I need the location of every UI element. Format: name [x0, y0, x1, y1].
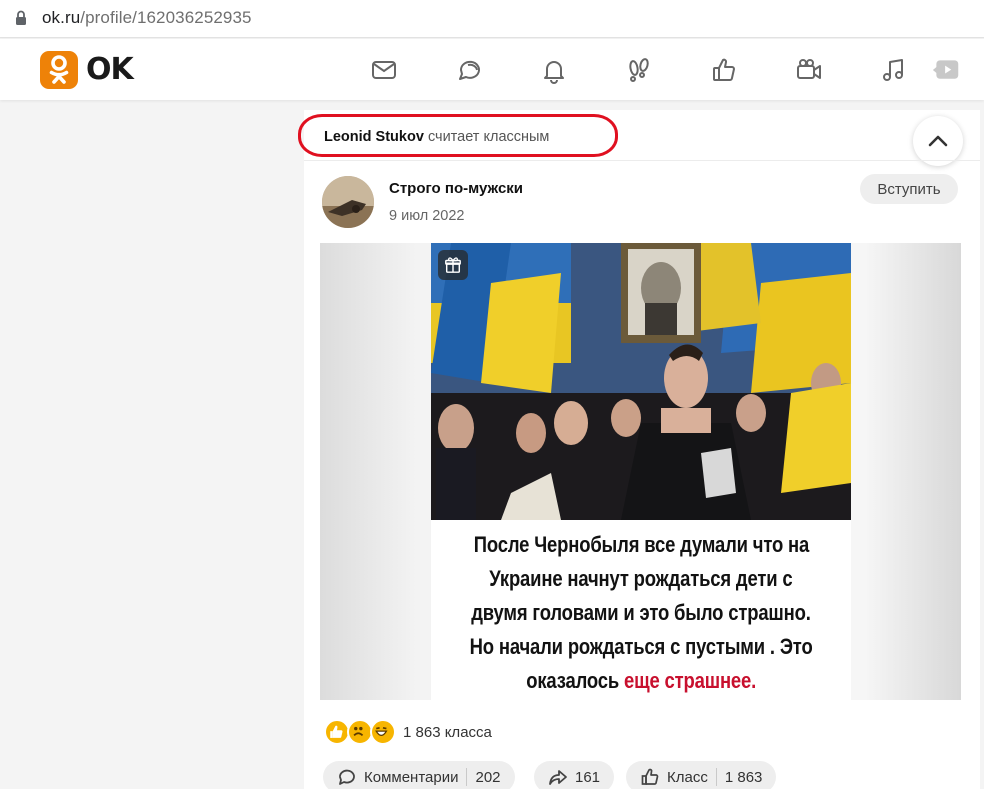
shares-count: 161: [575, 768, 601, 786]
mail-icon[interactable]: [369, 55, 399, 85]
top-toolbar: OK: [0, 39, 984, 100]
caption-line-5: оказалось еще страшнее.: [526, 664, 756, 698]
liked-action-text: считает классным: [427, 129, 550, 145]
rally-photo: [431, 243, 851, 520]
reaction-count: 1 863 класса: [403, 723, 492, 741]
lock-icon: [16, 10, 26, 25]
laugh-emoji-icon: [370, 719, 396, 745]
comments-action: Комментарии 202: [323, 761, 515, 789]
share-action: 161: [534, 761, 615, 789]
video-icon[interactable]: [794, 55, 824, 85]
comments-count: 202: [475, 768, 501, 786]
class-label: Класс: [667, 768, 708, 786]
post-image[interactable]: После Чернобыля все думали что на Украин…: [320, 243, 961, 700]
chevron-up-icon: [928, 135, 948, 147]
url-host: ok.ru: [42, 8, 81, 27]
url-path: /profile/162036252935: [80, 8, 252, 27]
comments-label: Комментарии: [364, 768, 459, 786]
url-text[interactable]: ok.ru/profile/162036252935: [42, 8, 252, 28]
class-count: 1 863: [724, 768, 763, 786]
likes-icon[interactable]: [709, 55, 739, 85]
video-play-icon[interactable]: [930, 55, 962, 85]
class-button[interactable]: Класс 1 863: [626, 761, 777, 789]
comments-button[interactable]: Комментарии 202: [323, 761, 515, 789]
class-action: Класс 1 863: [626, 761, 777, 789]
post-date[interactable]: 9 июл 2022: [389, 208, 465, 224]
browser-address-bar[interactable]: ok.ru/profile/162036252935: [0, 0, 984, 38]
divider: [304, 160, 980, 161]
separator: [715, 768, 717, 786]
discussions-icon[interactable]: [454, 55, 484, 85]
separator: [466, 768, 468, 786]
liked-by-line: Leonid Stukov считает классным: [324, 129, 549, 145]
caption-line-1: После Чернобыля все думали что на: [473, 532, 809, 557]
join-group-button[interactable]: Вступить: [860, 174, 958, 204]
gift-icon[interactable]: [438, 250, 468, 280]
collapse-button[interactable]: [913, 116, 963, 166]
caption-line-5-plain: оказалось: [526, 668, 624, 693]
logo-text[interactable]: OK: [86, 52, 134, 87]
image-caption: После Чернобыля все думали что на Украин…: [431, 520, 851, 700]
caption-line-4: Но начали рождаться с пустыми . Это: [469, 634, 813, 659]
group-avatar[interactable]: [322, 176, 374, 228]
share-button[interactable]: 161: [534, 761, 615, 789]
caption-line-5-red: еще страшнее.: [623, 668, 756, 693]
caption-line-3: двумя головами и это было страшно.: [471, 600, 811, 625]
music-icon[interactable]: [879, 55, 909, 85]
caption-line-2: Украине начнут рождаться дети с: [489, 566, 793, 591]
reactions-summary[interactable]: 1 863 класса: [324, 718, 492, 746]
comment-icon: [339, 769, 355, 785]
thumbs-up-icon: [641, 768, 659, 785]
ok-logo-icon[interactable]: [40, 51, 78, 89]
share-icon: [549, 770, 567, 785]
notifications-icon[interactable]: [539, 55, 569, 85]
group-name-link[interactable]: Строго по-мужски: [389, 180, 523, 197]
liked-by-user-link[interactable]: Leonid Stukov: [324, 129, 424, 145]
guests-icon[interactable]: [624, 55, 654, 85]
